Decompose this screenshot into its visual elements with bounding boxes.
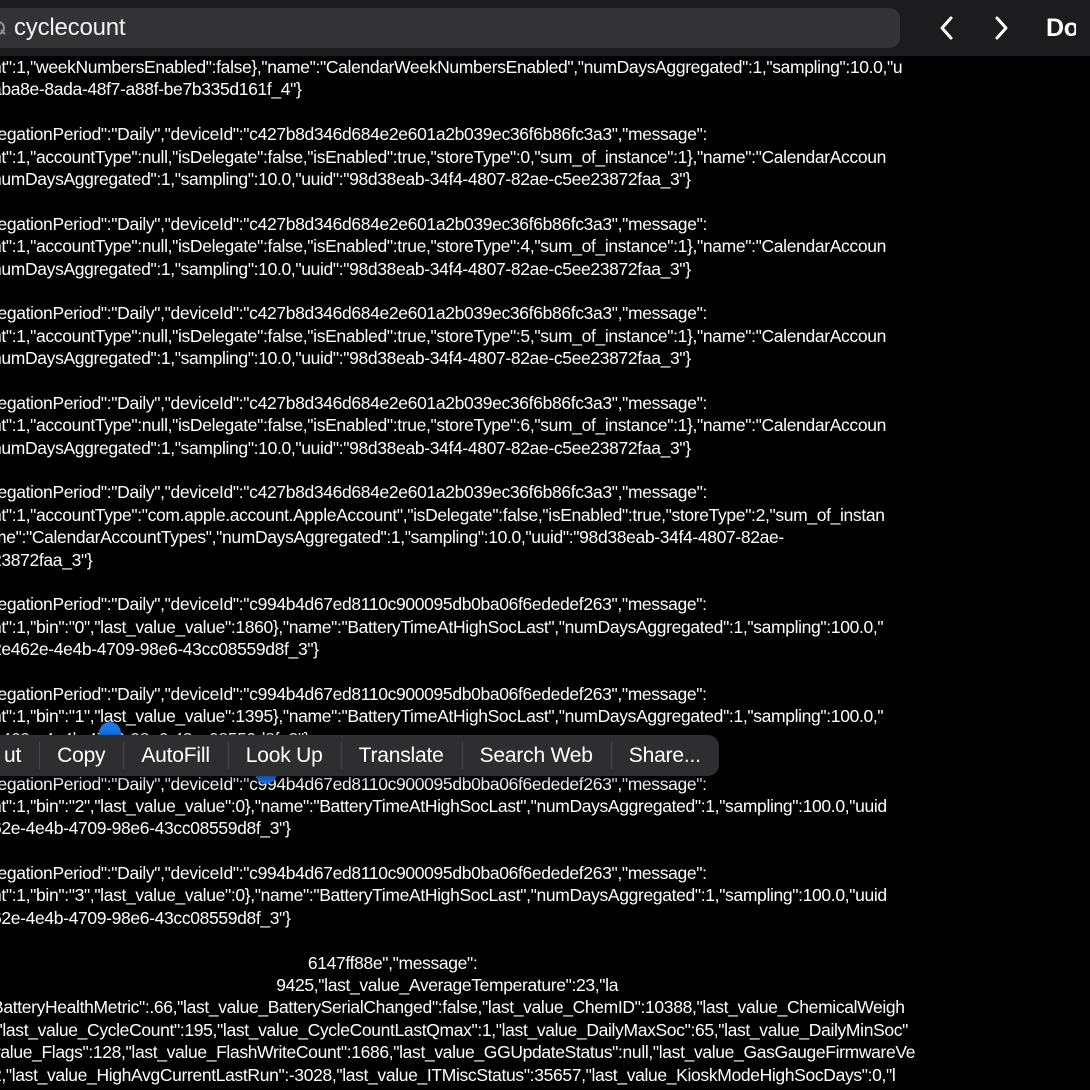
- log-line: nt":1,"accountType":null,"isDelegate":fa…: [0, 325, 886, 346]
- context-menu-item-search-web[interactable]: Search Web: [461, 735, 611, 776]
- next-match-button[interactable]: [974, 8, 1028, 48]
- context-menu-item-share[interactable]: Share...: [610, 735, 719, 776]
- search-navigation: [920, 8, 1028, 48]
- log-line: regationPeriod":"Daily","deviceId":"c427…: [0, 482, 707, 503]
- context-menu-item-copy[interactable]: Copy: [39, 735, 123, 776]
- log-line: value_Flags":128,"last_value_FlashWriteC…: [0, 1042, 916, 1063]
- search-icon: [0, 20, 7, 37]
- chevron-left-icon: [940, 16, 953, 40]
- log-line: ,"last_value_CycleCount":195,"last_value…: [0, 1019, 909, 1040]
- search-field[interactable]: cyclecount: [0, 8, 900, 48]
- context-menu-item-look-up[interactable]: Look Up: [227, 735, 341, 776]
- log-line: _KioskModeLastHighSocHours":0,"last_valu…: [0, 1086, 1090, 1090]
- log-line: regationPeriod":"Daily","deviceId":"c994…: [0, 594, 707, 615]
- log-line: regationPeriod":"Daily","deviceId":"c427…: [0, 303, 707, 324]
- log-line: regationPeriod":"Daily","deviceId":"c427…: [0, 124, 707, 145]
- search-input-value[interactable]: cyclecount: [14, 14, 126, 42]
- search-toolbar: cyclecount Done: [0, 0, 1090, 56]
- log-line: regationPeriod":"Daily","deviceId":"c427…: [0, 392, 707, 413]
- context-menu-item-cut[interactable]: ut: [0, 735, 39, 776]
- log-line: 9425,"last_value_AverageTemperature":23,…: [0, 975, 619, 996]
- log-line: 23872faa_3"}: [0, 549, 93, 570]
- context-menu-item-translate[interactable]: Translate: [340, 735, 462, 776]
- log-line: 6147ff88e","message":: [0, 952, 478, 973]
- log-line: nt":1,"bin":"0","last_value_value":1860}…: [0, 616, 884, 637]
- log-line: numDaysAggregated":1,"sampling":10.0,"uu…: [0, 348, 691, 369]
- log-line: regationPeriod":"Daily","deviceId":"c994…: [0, 683, 707, 704]
- log-line: 2,"last_value_HighAvgCurrentLastRun":-30…: [0, 1064, 896, 1085]
- log-viewer-app: cyclecount Done nt":1,"weekNumbersEnable…: [0, 0, 1090, 1090]
- log-line: regationPeriod":"Daily","deviceId":"c994…: [0, 863, 707, 884]
- log-line: numDaysAggregated":1,"sampling":10.0,"uu…: [0, 437, 691, 458]
- log-line: 62e-4e4b-4709-98e6-43cc08559d8f_3"}: [0, 818, 291, 839]
- log-lines-container: nt":1,"weekNumbersEnabled":false},"name"…: [0, 56, 1090, 1090]
- done-button[interactable]: Done: [1046, 14, 1076, 43]
- log-line: regationPeriod":"Daily","deviceId":"c427…: [0, 213, 707, 234]
- log-line: 2e462e-4e4b-4709-98e6-43cc08559d8f_3"}: [0, 639, 319, 660]
- log-line: numDaysAggregated":1,"sampling":10.0,"uu…: [0, 168, 691, 189]
- log-line: nt":1,"accountType":null,"isDelegate":fa…: [0, 236, 886, 257]
- log-line: nt":1,"accountType":null,"isDelegate":fa…: [0, 146, 886, 167]
- log-line: aba8e-8ada-48f7-a88f-be7b335d161f_4"}: [0, 79, 302, 100]
- log-line: nt":1,"bin":"2","last_value_value":0},"n…: [0, 795, 887, 816]
- log-line: 62e-4e4b-4709-98e6-43cc08559d8f_3"}: [0, 907, 291, 928]
- log-line: nt":1,"accountType":null,"isDelegate":fa…: [0, 415, 886, 436]
- log-line: nt":1,"weekNumbersEnabled":false},"name"…: [0, 57, 903, 77]
- log-line: nt":1,"accountType":"com.apple.account.A…: [0, 504, 885, 525]
- log-line: numDaysAggregated":1,"sampling":10.0,"uu…: [0, 258, 691, 279]
- log-line: BatteryHealthMetric":.66,"last_value_Bat…: [0, 997, 905, 1018]
- previous-match-button[interactable]: [920, 8, 974, 48]
- log-text-area[interactable]: nt":1,"weekNumbersEnabled":false},"name"…: [0, 56, 1090, 1090]
- log-line: me":"CalendarAccountTypes","numDaysAggre…: [0, 527, 784, 548]
- chevron-right-icon: [995, 16, 1008, 40]
- text-selection-context-menu: ut Copy AutoFill Look Up Translate Search Web…: [0, 735, 719, 776]
- log-line: nt":1,"bin":"1","last_value_value":1395}…: [0, 706, 884, 727]
- log-line: nt":1,"bin":"3","last_value_value":0},"n…: [0, 885, 887, 906]
- context-menu-item-autofill[interactable]: AutoFill: [123, 735, 227, 776]
